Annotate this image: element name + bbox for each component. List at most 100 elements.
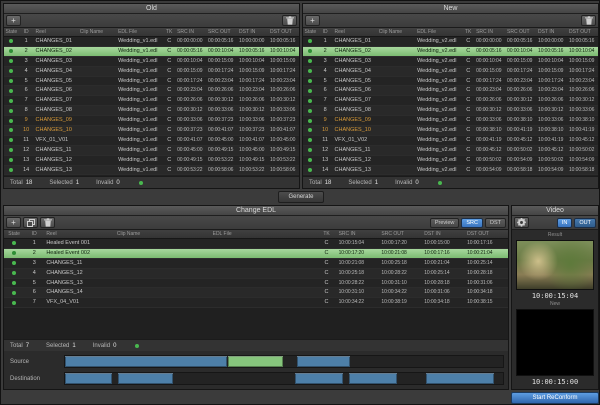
edl-row-vfx-04-v01[interactable]: 7VFX_04_V01C10:00:34:2210:00:38:1910:00:… xyxy=(4,298,508,308)
edl-row-changes-11[interactable]: 12CHANGES_11Wedding_v1.edlC00:00:45:0000… xyxy=(4,146,299,156)
edl-row-vfx-01-v02[interactable]: 11VFX_01_V02Wedding_v2.edlC00:00:41:1900… xyxy=(303,136,598,146)
cell: CHANGES_04 xyxy=(333,67,377,76)
src-toggle-button[interactable]: SRC xyxy=(461,218,483,228)
edl-row-changes-14[interactable]: 6CHANGES_14C10:00:31:1010:00:34:2210:00:… xyxy=(4,288,508,298)
column-header-id[interactable]: ID xyxy=(19,28,34,36)
edl-row-changes-10[interactable]: 10CHANGES_10Wedding_v2.edlC00:00:38:1000… xyxy=(303,126,598,136)
column-header-dst-in[interactable]: DST IN xyxy=(237,28,268,36)
dst-toggle-button[interactable]: DST xyxy=(485,218,506,228)
column-header-src-out[interactable]: SRC OUT xyxy=(505,28,536,36)
edl-row-changes-12[interactable]: 4CHANGES_12C10:00:25:1810:00:28:2210:00:… xyxy=(4,269,508,279)
edl-row-changes-03[interactable]: 3CHANGES_03Wedding_v2.edlC00:00:10:0400:… xyxy=(303,57,598,67)
edl-row-changes-04[interactable]: 4CHANGES_04Wedding_v2.edlC00:00:15:0900:… xyxy=(303,67,598,77)
column-header-src-in[interactable]: SRC IN xyxy=(474,28,505,36)
timeline-segment[interactable] xyxy=(426,373,494,384)
column-header-state[interactable]: State xyxy=(4,28,19,36)
start-reconform-button[interactable]: Start ReConform xyxy=(511,392,599,404)
trash-button[interactable] xyxy=(581,15,596,26)
add-button[interactable]: + xyxy=(6,15,21,26)
edl-row-changes-03[interactable]: 3CHANGES_03Wedding_v1.edlC00:00:10:0400:… xyxy=(4,57,299,67)
settings-button[interactable] xyxy=(514,217,529,228)
edl-row-changes-06[interactable]: 6CHANGES_06Wedding_v1.edlC00:00:23:0400:… xyxy=(4,86,299,96)
edl-row-changes-02[interactable]: 2CHANGES_02Wedding_v2.edlC00:00:05:1600:… xyxy=(303,47,598,57)
edl-row-changes-07[interactable]: 7CHANGES_07Wedding_v2.edlC00:00:26:0600:… xyxy=(303,96,598,106)
column-header-clip-name[interactable]: Clip Name xyxy=(78,28,116,36)
edl-row-changes-06[interactable]: 6CHANGES_06Wedding_v2.edlC00:00:23:0400:… xyxy=(303,86,598,96)
edl-row-healed-event-002[interactable]: 2Healed Event 002C10:00:17:2010:00:21:08… xyxy=(4,249,508,259)
column-header-dst-out[interactable]: DST OUT xyxy=(567,28,598,36)
timeline-segment[interactable] xyxy=(65,356,227,367)
cell xyxy=(78,96,116,105)
column-header-tk[interactable]: TK xyxy=(316,230,336,238)
edl-row-changes-02[interactable]: 2CHANGES_02Wedding_v1.edlC00:00:05:1600:… xyxy=(4,47,299,57)
column-header-id[interactable]: ID xyxy=(318,28,333,36)
column-header-src-out[interactable]: SRC OUT xyxy=(379,230,422,238)
cell: 00:00:17:24 xyxy=(505,67,536,76)
edl-row-changes-05[interactable]: 5CHANGES_05Wedding_v2.edlC00:00:17:2400:… xyxy=(303,77,598,87)
column-header-clip-name[interactable]: Clip Name xyxy=(115,230,211,238)
column-header-src-out[interactable]: SRC OUT xyxy=(206,28,237,36)
add-button[interactable]: + xyxy=(305,15,320,26)
cell: 00:00:17:24 xyxy=(474,77,505,86)
edl-row-changes-11[interactable]: 12CHANGES_11Wedding_v2.edlC00:00:45:1200… xyxy=(303,146,598,156)
preview-button[interactable]: Preview xyxy=(430,218,460,228)
column-header-reel[interactable]: Reel xyxy=(333,28,377,36)
edl-row-changes-08[interactable]: 8CHANGES_08Wedding_v2.edlC00:00:30:1200:… xyxy=(303,106,598,116)
edl-row-changes-08[interactable]: 8CHANGES_08Wedding_v1.edlC00:00:30:1200:… xyxy=(4,106,299,116)
edl-row-changes-04[interactable]: 4CHANGES_04Wedding_v1.edlC00:00:15:0900:… xyxy=(4,67,299,77)
cell: 1 xyxy=(318,37,333,46)
edl-row-changes-05[interactable]: 5CHANGES_05Wedding_v1.edlC00:00:17:2400:… xyxy=(4,77,299,87)
edl-row-changes-09[interactable]: 9CHANGES_09Wedding_v1.edlC00:00:33:0600:… xyxy=(4,116,299,126)
cell: 00:00:15:09 xyxy=(505,57,536,66)
column-header-edl-file[interactable]: EDL File xyxy=(415,28,462,36)
source-timeline-track[interactable] xyxy=(64,355,504,368)
edl-row-changes-12[interactable]: 13CHANGES_12Wedding_v1.edlC00:00:49:1500… xyxy=(4,156,299,166)
new-video-thumbnail[interactable] xyxy=(516,309,594,376)
trash-button[interactable] xyxy=(40,217,55,228)
edl-row-changes-13[interactable]: 14CHANGES_13Wedding_v1.edlC00:00:53:2200… xyxy=(4,166,299,176)
edl-row-changes-10[interactable]: 10CHANGES_10Wedding_v1.edlC00:00:37:2300… xyxy=(4,126,299,136)
cell: C xyxy=(163,136,175,145)
edl-row-changes-11[interactable]: 3CHANGES_11C10:00:21:0810:00:25:1810:00:… xyxy=(4,259,508,269)
column-header-src-in[interactable]: SRC IN xyxy=(337,230,380,238)
column-header-state[interactable]: State xyxy=(303,28,318,36)
column-header-edl-file[interactable]: EDL File xyxy=(116,28,163,36)
column-header-src-in[interactable]: SRC IN xyxy=(175,28,206,36)
trash-button[interactable] xyxy=(282,15,297,26)
column-header-dst-in[interactable]: DST IN xyxy=(536,28,567,36)
out-button[interactable]: OUT xyxy=(574,218,596,228)
add-button[interactable]: + xyxy=(6,217,21,228)
duplicate-button[interactable] xyxy=(23,217,38,228)
column-header-tk[interactable]: TK xyxy=(163,28,175,36)
column-header-clip-name[interactable]: Clip Name xyxy=(377,28,415,36)
column-header-state[interactable]: State xyxy=(4,230,24,238)
column-header-dst-out[interactable]: DST OUT xyxy=(465,230,508,238)
result-video-thumbnail[interactable] xyxy=(516,240,594,290)
column-header-dst-out[interactable]: DST OUT xyxy=(268,28,299,36)
edl-row-changes-12[interactable]: 13CHANGES_12Wedding_v2.edlC00:00:50:0200… xyxy=(303,156,598,166)
edl-row-changes-07[interactable]: 7CHANGES_07Wedding_v1.edlC00:00:26:0600:… xyxy=(4,96,299,106)
generate-button[interactable]: Generate xyxy=(278,191,324,203)
column-header-edl-file[interactable]: EDL File xyxy=(211,230,317,238)
in-button[interactable]: IN xyxy=(557,218,573,228)
timeline-segment[interactable] xyxy=(297,356,350,367)
edl-row-changes-13[interactable]: 5CHANGES_13C10:00:28:2210:00:31:1010:00:… xyxy=(4,279,508,289)
timeline-segment[interactable] xyxy=(65,373,112,384)
destination-timeline-track[interactable] xyxy=(64,372,504,385)
column-header-tk[interactable]: TK xyxy=(462,28,474,36)
edl-row-changes-01[interactable]: 1CHANGES_01Wedding_v2.edlC00:00:00:0000:… xyxy=(303,37,598,47)
cell xyxy=(78,86,116,95)
timeline-segment[interactable] xyxy=(228,356,283,367)
column-header-reel[interactable]: Reel xyxy=(44,230,115,238)
edl-row-vfx-01-v01[interactable]: 11VFX_01_V01Wedding_v1.edlC00:00:41:0700… xyxy=(4,136,299,146)
column-header-dst-in[interactable]: DST IN xyxy=(422,230,465,238)
column-header-reel[interactable]: Reel xyxy=(34,28,78,36)
edl-row-changes-09[interactable]: 9CHANGES_09Wedding_v2.edlC00:00:33:0600:… xyxy=(303,116,598,126)
timeline-segment[interactable] xyxy=(349,373,397,384)
edl-row-changes-13[interactable]: 14CHANGES_13Wedding_v2.edlC00:00:54:0900… xyxy=(303,166,598,176)
edl-row-healed-event-001[interactable]: 1Healed Event 001C10:00:15:0410:00:17:20… xyxy=(4,239,508,249)
edl-row-changes-01[interactable]: 1CHANGES_01Wedding_v1.edlC00:00:00:0000:… xyxy=(4,37,299,47)
timeline-segment[interactable] xyxy=(118,373,173,384)
timeline-segment[interactable] xyxy=(295,373,343,384)
column-header-id[interactable]: ID xyxy=(24,230,44,238)
